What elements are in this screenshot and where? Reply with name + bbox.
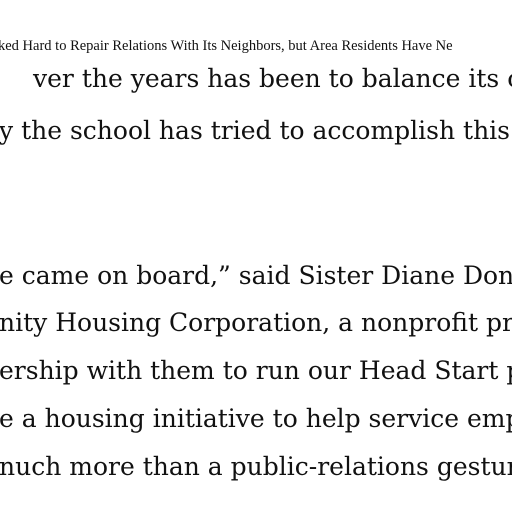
text-line-7: nuch more than a public-relations gestur… <box>0 452 512 481</box>
text-line-6: e a housing initiative to help service e… <box>0 404 512 433</box>
text-line-5: ership with them to run our Head Start p… <box>0 356 512 385</box>
article-header-fragment: ked Hard to Repair Relations With Its Ne… <box>0 38 453 54</box>
text-line-1: ver the years has been to balance its ow… <box>33 64 512 93</box>
text-line-2: y the school has tried to accomplish thi… <box>0 116 512 145</box>
text-line-3: e came on board,” said Sister Diane Dono <box>0 261 512 290</box>
document-page: ked Hard to Repair Relations With Its Ne… <box>0 0 512 512</box>
text-line-4: nity Housing Corporation, a nonprofit pr… <box>0 308 512 337</box>
